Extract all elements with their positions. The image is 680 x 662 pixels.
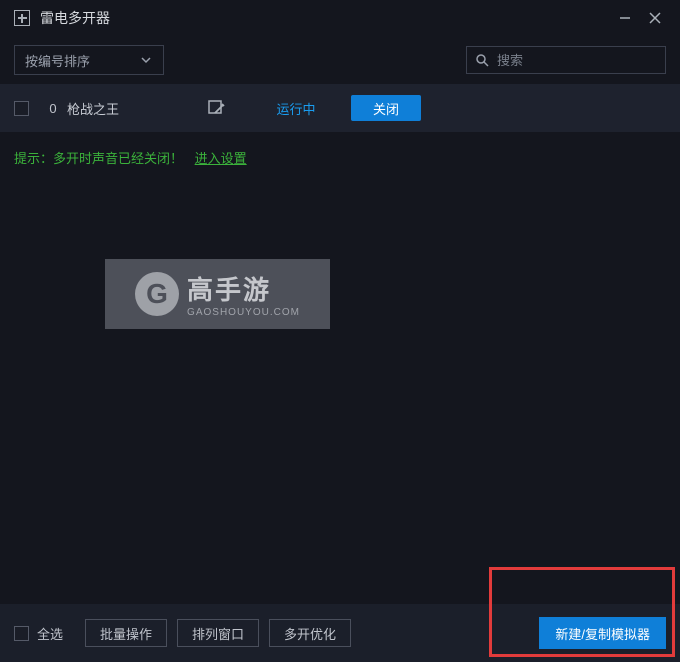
- select-all-label: 全选: [37, 624, 63, 643]
- watermark-brand: 高手游: [187, 270, 300, 307]
- select-all-wrap[interactable]: 全选: [14, 624, 63, 643]
- instance-index: 0: [39, 101, 67, 116]
- chevron-down-icon: [139, 53, 153, 67]
- minimize-button[interactable]: [610, 3, 640, 33]
- edit-icon[interactable]: [207, 99, 231, 117]
- bottom-bar: 全选 批量操作 排列窗口 多开优化 新建/复制模拟器: [0, 604, 680, 662]
- instance-name: 枪战之王: [67, 99, 207, 118]
- top-bar: 按编号排序: [0, 36, 680, 84]
- title-bar: 雷电多开器: [0, 0, 680, 36]
- window-title: 雷电多开器: [40, 8, 610, 28]
- watermark: G 高手游 GAOSHOUYOU.COM: [105, 259, 330, 329]
- create-emulator-button[interactable]: 新建/复制模拟器: [539, 617, 666, 649]
- batch-button[interactable]: 批量操作: [85, 619, 167, 647]
- close-instance-button[interactable]: 关闭: [351, 95, 421, 121]
- watermark-logo-icon: G: [135, 272, 179, 316]
- sort-label: 按编号排序: [25, 51, 90, 70]
- search-icon: [475, 53, 489, 67]
- instance-status: 运行中: [261, 99, 331, 118]
- hint-bar: 提示：多开时声音已经关闭！ 进入设置: [0, 132, 680, 183]
- app-icon: [14, 10, 30, 26]
- search-box[interactable]: [466, 46, 666, 74]
- optimize-button[interactable]: 多开优化: [269, 619, 351, 647]
- close-button[interactable]: [640, 3, 670, 33]
- row-checkbox[interactable]: [14, 101, 29, 116]
- arrange-button[interactable]: 排列窗口: [177, 619, 259, 647]
- hint-text: 提示：多开时声音已经关闭！: [14, 151, 183, 166]
- hint-link[interactable]: 进入设置: [195, 151, 247, 166]
- search-input[interactable]: [497, 53, 673, 68]
- select-all-checkbox[interactable]: [14, 626, 29, 641]
- instance-row: 0 枪战之王 运行中 关闭: [0, 84, 680, 132]
- sort-select[interactable]: 按编号排序: [14, 45, 164, 75]
- watermark-domain: GAOSHOUYOU.COM: [187, 307, 300, 318]
